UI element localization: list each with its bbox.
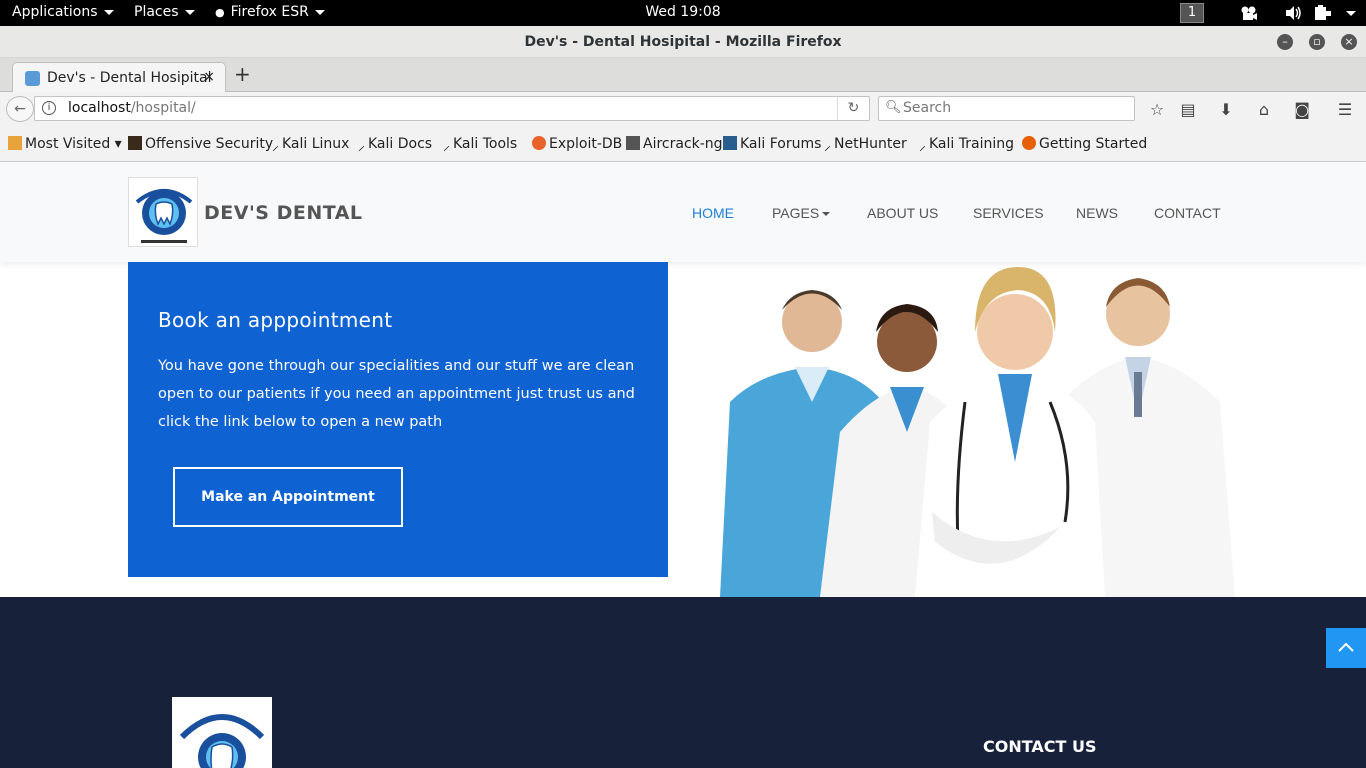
bookmark-label: Kali Docs <box>368 136 433 152</box>
back-button[interactable]: ← <box>6 96 34 122</box>
home-icon[interactable]: ⌂ <box>1254 100 1274 119</box>
dental-logo-icon <box>135 189 193 243</box>
kali-dragon-icon: ⸝ <box>919 138 926 154</box>
nav-about-us[interactable]: ABOUT US <box>867 205 938 221</box>
offensive-security-icon <box>128 136 142 150</box>
bookmark-aircrack-ng[interactable]: Aircrack-ng <box>626 136 723 152</box>
nav-pages-label: PAGES <box>772 205 820 221</box>
new-tab-button[interactable]: + <box>234 62 251 86</box>
bookmark-kali-training[interactable]: ⸝ Kali Training <box>919 136 1014 154</box>
bookmark-offensive-security[interactable]: Offensive Security <box>128 136 273 152</box>
url-text[interactable]: localhost/hospital/ <box>68 100 196 116</box>
search-input[interactable]: 🔍︎ Search <box>878 96 1135 121</box>
nav-services[interactable]: SERVICES <box>973 205 1044 221</box>
site-logo[interactable] <box>128 177 198 247</box>
aircrack-icon <box>626 136 640 150</box>
chevron-up-icon <box>1338 642 1354 652</box>
reading-list-icon[interactable]: ▤ <box>1178 100 1198 119</box>
bookmark-label: Kali Tools <box>453 136 518 152</box>
bookmark-label: Most Visited <box>25 136 111 152</box>
bookmark-kali-docs[interactable]: ⸝ Kali Docs <box>358 136 433 154</box>
download-icon[interactable]: ⬇ <box>1216 100 1236 119</box>
tab-strip: Dev's - Dental Hosipital × <box>0 58 1366 93</box>
bookmark-getting-started[interactable]: Getting Started <box>1022 136 1147 152</box>
site-favicon-icon <box>25 71 40 86</box>
back-to-top-button[interactable] <box>1326 628 1366 668</box>
close-tab-icon[interactable]: × <box>203 69 215 85</box>
nav-home[interactable]: HOME <box>692 205 734 221</box>
maximize-button[interactable]: ▫ <box>1309 34 1325 50</box>
bookmark-label: Offensive Security <box>145 136 274 152</box>
bookmark-label: NetHunter <box>834 136 907 152</box>
dental-logo-icon <box>179 714 265 768</box>
chevron-down-icon <box>822 212 831 217</box>
arrow-left-icon: ← <box>14 101 26 117</box>
search-placeholder: Search <box>903 100 952 116</box>
system-menu-chevron-icon[interactable] <box>1346 11 1356 16</box>
footer-logo[interactable] <box>172 697 272 768</box>
kali-forums-icon <box>723 136 737 150</box>
bookmark-kali-tools[interactable]: ⸝ Kali Tools <box>443 136 518 154</box>
bookmark-star-icon[interactable]: ☆ <box>1147 100 1167 119</box>
doctors-photo <box>720 267 1235 597</box>
appointment-heading: Book an apppointment <box>158 308 393 332</box>
bookmark-label: Kali Linux <box>282 136 350 152</box>
workspace-indicator[interactable]: 1 <box>1180 3 1204 23</box>
folder-icon <box>8 136 22 150</box>
minimize-button[interactable]: – <box>1277 34 1293 50</box>
appointment-text: You have gone through our specialities a… <box>158 358 635 430</box>
appointment-panel: Book an apppointment You have gone throu… <box>128 262 668 577</box>
site-brand[interactable]: DEV'S DENTAL <box>204 202 363 224</box>
bookmark-most-visited[interactable]: Most Visited ▾ <box>8 136 122 152</box>
url-bar[interactable]: i localhost/hospital/ ↻ <box>34 96 870 121</box>
reload-icon[interactable]: ↻ <box>837 97 869 120</box>
bookmarks-toolbar: Most Visited ▾ Offensive Security ⸝ Kali … <box>0 126 1366 162</box>
hamburger-menu-icon[interactable]: ☰ <box>1335 100 1355 119</box>
site-footer: CONTACT US <box>0 597 1366 768</box>
make-appointment-button[interactable]: Make an Appointment <box>173 467 403 527</box>
footer-contact-heading: CONTACT US <box>983 737 1097 756</box>
window-titlebar: Dev's - Dental Hosipital - Mozilla Firef… <box>0 26 1366 58</box>
firefox-icon <box>1022 136 1036 150</box>
kali-dragon-icon: ⸝ <box>358 138 365 154</box>
system-top-bar: Applications Places ● Firefox ESR Wed 19:… <box>0 0 1366 26</box>
bookmark-label: Kali Forums <box>740 136 822 152</box>
kali-dragon-icon: ⸝ <box>272 138 279 154</box>
battery-icon[interactable] <box>1314 5 1332 21</box>
url-path: /hospital/ <box>130 100 196 116</box>
nav-news[interactable]: NEWS <box>1076 205 1118 221</box>
bookmark-label: Kali Training <box>929 136 1014 152</box>
site-info-icon[interactable]: i <box>42 101 56 115</box>
close-window-button[interactable]: × <box>1341 34 1357 50</box>
kali-dragon-icon: ⸝ <box>443 138 450 154</box>
bookmark-kali-linux[interactable]: ⸝ Kali Linux <box>272 136 350 154</box>
kali-dragon-icon: ⸝ <box>824 138 831 154</box>
nav-pages[interactable]: PAGES <box>772 205 831 221</box>
tab-title: Dev's - Dental Hosipital <box>47 70 212 86</box>
bookmark-label: Aircrack-ng <box>643 136 723 152</box>
clock[interactable]: Wed 19:08 <box>0 4 1366 20</box>
bookmark-kali-forums[interactable]: Kali Forums <box>723 136 821 152</box>
pocket-icon[interactable]: ◙ <box>1292 100 1312 119</box>
search-icon: 🔍︎ <box>885 100 902 115</box>
bookmark-exploit-db[interactable]: Exploit-DB <box>532 136 622 152</box>
bookmark-label: Getting Started <box>1039 136 1148 152</box>
exploit-db-icon <box>532 136 546 150</box>
window-title: Dev's - Dental Hosipital - Mozilla Firef… <box>524 34 842 50</box>
url-host: localhost <box>68 100 131 116</box>
tab-active[interactable]: Dev's - Dental Hosipital × <box>12 62 226 93</box>
bookmark-nethunter[interactable]: ⸝ NetHunter <box>824 136 907 154</box>
video-camera-icon[interactable] <box>1240 5 1258 21</box>
site-header: DEV'S DENTAL HOME PAGES ABOUT US SERVICE… <box>0 162 1366 262</box>
nav-contact[interactable]: CONTACT <box>1154 205 1221 221</box>
volume-icon[interactable] <box>1285 5 1303 21</box>
navigation-toolbar: ← i localhost/hospital/ ↻ 🔍︎ Search ☆ ▤ … <box>0 92 1366 126</box>
bookmark-label: Exploit-DB <box>549 136 623 152</box>
